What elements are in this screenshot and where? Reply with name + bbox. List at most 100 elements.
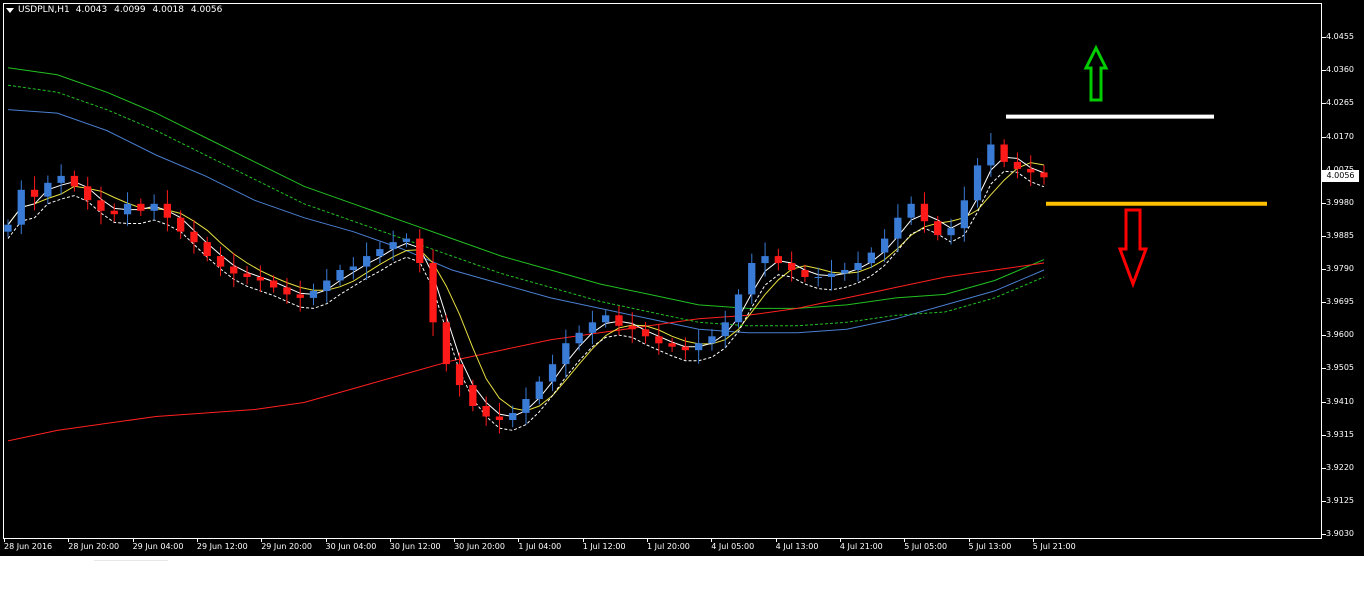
down-arrow-icon	[1117, 208, 1149, 289]
time-tick-mark	[325, 539, 327, 542]
candle-body	[934, 221, 942, 236]
candle-body	[894, 217, 902, 239]
time-tick-label: 4 Jul 05:00	[711, 542, 755, 551]
candle-body	[455, 364, 464, 386]
price-tick-label: 4.0455	[1326, 32, 1354, 42]
candle-body	[150, 203, 158, 211]
current-price-label: 4.0056	[1322, 170, 1359, 183]
candle-body	[788, 263, 796, 270]
time-tick-mark	[647, 539, 648, 542]
candle-body	[1027, 168, 1035, 173]
candle-body	[668, 343, 676, 347]
time-tick-label: 1 Jul 12:00	[582, 542, 626, 551]
candle-body	[681, 346, 689, 351]
time-tick: 28 Jun 2016	[4, 539, 52, 551]
candle-body	[602, 315, 610, 323]
candle-body	[827, 273, 836, 277]
price-tick-label: 3.9505	[1326, 363, 1354, 373]
price-chart[interactable]	[4, 4, 1322, 539]
bottom-tab-indicator	[94, 560, 168, 561]
candle-body	[203, 242, 211, 256]
candle-body	[748, 263, 756, 295]
candle-body	[137, 203, 145, 211]
plot-area[interactable]	[3, 3, 1322, 539]
time-tick-mark	[1032, 539, 1034, 542]
candle-body	[216, 256, 225, 267]
time-tick: 1 Jul 04:00	[518, 539, 561, 551]
time-tick-label: 5 Jul 21:00	[1032, 542, 1076, 551]
time-tick: 30 Jun 20:00	[454, 539, 505, 551]
candle-body	[84, 186, 92, 201]
candle-body	[97, 200, 105, 211]
candle-body	[721, 322, 729, 337]
time-tick: 5 Jul 13:00	[968, 539, 1012, 551]
high-value: 4.0099	[114, 5, 146, 15]
candle-body	[482, 406, 490, 417]
time-tick-label: 29 Jun 12:00	[196, 542, 248, 551]
time-tick: 29 Jun 12:00	[196, 539, 248, 551]
candle-body	[323, 280, 331, 291]
time-tick-label: 5 Jul 13:00	[968, 542, 1012, 551]
price-tick-label: 3.9790	[1326, 264, 1354, 273]
time-tick-mark	[261, 539, 263, 542]
time-axis[interactable]: 28 Jun 2016 28 Jun 20:00 29 Jun 04:00 29 Ju…	[0, 539, 1322, 556]
candle-body	[1000, 144, 1008, 162]
time-tick-label: 30 Jun 04:00	[325, 542, 377, 551]
time-tick-mark	[4, 539, 5, 542]
ohlc-values: 4.0043 4.0099 4.0018 4.0056	[76, 5, 227, 15]
time-tick: 28 Jun 20:00	[68, 539, 119, 551]
candle-body	[907, 203, 915, 218]
candle-body	[256, 277, 264, 281]
time-tick: 1 Jul 20:00	[647, 539, 690, 551]
candle-body	[522, 399, 530, 413]
price-tick-label: 3.9885	[1326, 230, 1354, 240]
candle-body	[57, 175, 65, 183]
open-value: 4.0043	[75, 5, 108, 15]
candle-body	[363, 256, 371, 267]
candle-body	[867, 252, 875, 264]
candle-body	[655, 336, 663, 344]
candle-body	[548, 364, 557, 382]
chart-menu-arrow-icon[interactable]	[6, 7, 14, 13]
bottom-strip	[0, 556, 1364, 600]
candle-body	[177, 217, 185, 232]
time-tick-mark	[68, 539, 70, 542]
time-tick-mark	[454, 539, 456, 542]
price-tick-label: 3.9030	[1326, 529, 1354, 538]
price-tick-label: 4.0360	[1326, 65, 1354, 75]
candle-body	[163, 203, 171, 218]
time-tick: 29 Jun 20:00	[261, 539, 312, 551]
candle-body	[628, 325, 636, 330]
time-tick-label: 1 Jul 20:00	[647, 542, 690, 551]
candle-body	[190, 231, 198, 243]
candle-body	[695, 343, 703, 351]
price-tick-label: 3.9600	[1326, 330, 1354, 340]
candle-body	[708, 336, 716, 344]
candle-body	[854, 263, 862, 270]
time-tick-mark	[904, 539, 906, 542]
candle-body	[1040, 172, 1048, 178]
price-tick-label: 3.9125	[1326, 495, 1354, 505]
candle-body	[920, 203, 929, 222]
time-tick: 4 Jul 05:00	[711, 539, 755, 551]
time-tick: 5 Jul 05:00	[904, 539, 947, 551]
candle-body	[283, 287, 291, 295]
candle-body	[243, 273, 251, 277]
time-tick-mark	[389, 539, 391, 542]
candle-body	[734, 294, 743, 323]
time-tick-label: 30 Jun 12:00	[389, 542, 441, 551]
candle-body	[947, 228, 955, 236]
price-axis[interactable]: 4.0455 4.0360 4.0265 4.0170 4.0075 3.9980 3.98…	[1322, 3, 1364, 539]
candle-body	[987, 144, 995, 166]
candle-body	[841, 270, 849, 274]
up-arrow-icon	[1083, 44, 1109, 102]
time-tick: 29 Jun 04:00	[132, 539, 183, 551]
time-tick-label: 30 Jun 20:00	[454, 542, 505, 551]
candle-body	[416, 238, 424, 263]
chart-header: USDPLN,H1 4.0043 4.0099 4.0018 4.0056	[6, 5, 226, 15]
time-tick: 4 Jul 21:00	[839, 539, 883, 551]
time-tick-label: 4 Jul 21:00	[839, 542, 883, 551]
chart-window[interactable]: USDPLN,H1 4.0043 4.0099 4.0018 4.0056 4.…	[0, 0, 1364, 556]
candle-body	[562, 343, 570, 365]
symbol-label: USDPLN,H1	[18, 5, 70, 15]
